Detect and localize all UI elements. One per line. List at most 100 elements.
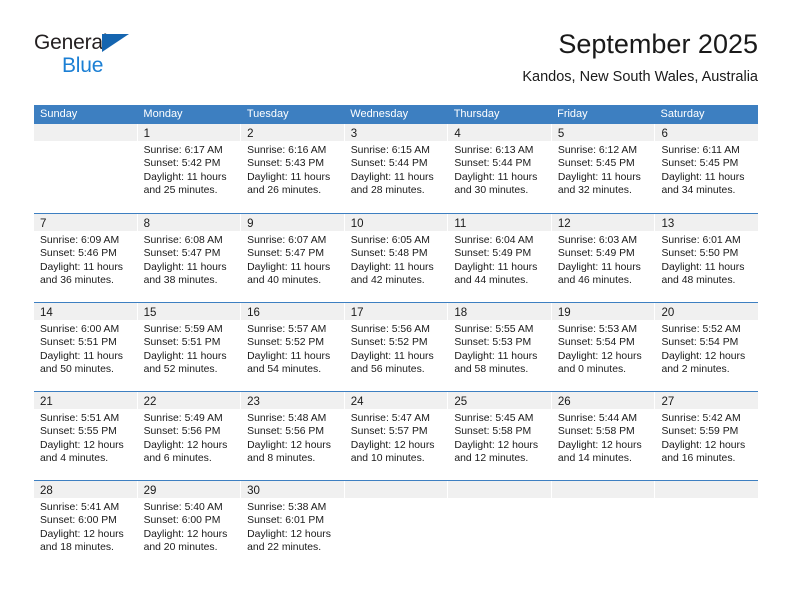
day-number-band: 16 (241, 303, 344, 320)
daylight-text-line1: Daylight: 12 hours (454, 439, 539, 451)
calendar-day-cell[interactable]: 14 Sunrise: 6:00 AM Sunset: 5:51 PM Dayligh… (34, 303, 137, 391)
calendar-day-cell[interactable]: 16 Sunrise: 5:57 AM Sunset: 5:52 PM Dayligh… (240, 303, 344, 391)
calendar-week-row: 28 Sunrise: 5:41 AM Sunset: 6:00 PM Dayligh… (34, 480, 759, 569)
day-details: Sunrise: 5:56 AM Sunset: 5:52 PM Daylight:… (345, 320, 448, 377)
sunrise-text: Sunrise: 5:56 AM (350, 324, 430, 335)
calendar-day-cell[interactable]: 3 Sunrise: 6:15 AM Sunset: 5:44 PM Daylight… (343, 124, 448, 213)
calendar-day-cell[interactable]: 29 Sunrise: 5:40 AM Sunset: 6:00 PM Dayligh… (136, 481, 241, 569)
day-number: 25 (454, 396, 468, 408)
calendar-day-cell[interactable]: 11 Sunrise: 6:04 AM Sunset: 5:49 PM Dayligh… (447, 214, 551, 302)
calendar-day-cell[interactable]: 22 Sunrise: 5:49 AM Sunset: 5:56 PM Dayligh… (136, 392, 241, 480)
calendar-day-cell[interactable]: 24 Sunrise: 5:47 AM Sunset: 5:57 PM Dayligh… (343, 392, 448, 480)
generalblue-logo[interactable]: General Blue (34, 32, 234, 88)
calendar-day-cell[interactable]: 8 Sunrise: 6:08 AM Sunset: 5:47 PM Daylight… (136, 214, 241, 302)
day-number-band: 17 (344, 303, 448, 320)
daylight-text-line2: and 46 minutes. (557, 275, 632, 287)
calendar-day-cell[interactable]: 17 Sunrise: 5:56 AM Sunset: 5:52 PM Dayligh… (343, 303, 448, 391)
sunrise-text: Sunrise: 6:00 AM (40, 324, 120, 335)
calendar-day-cell[interactable]: 4 Sunrise: 6:13 AM Sunset: 5:44 PM Daylight… (447, 124, 551, 213)
sunrise-text: Sunrise: 5:59 AM (143, 324, 223, 335)
day-number: 8 (143, 218, 150, 230)
calendar-day-cell[interactable]: 19 Sunrise: 5:53 AM Sunset: 5:54 PM Dayligh… (550, 303, 655, 391)
day-number-band (551, 481, 655, 498)
calendar-day-cell[interactable]: 27 Sunrise: 5:42 AM Sunset: 5:59 PM Dayligh… (654, 392, 759, 480)
weekday-header-sunday: Sunday (40, 108, 78, 120)
sunrise-text: Sunrise: 5:49 AM (143, 413, 223, 424)
daylight-text-line1: Daylight: 11 hours (40, 261, 123, 273)
sunrise-text: Sunrise: 6:15 AM (350, 145, 430, 156)
sunrise-text: Sunrise: 5:41 AM (40, 502, 120, 513)
calendar-day-cell[interactable]: 1 Sunrise: 6:17 AM Sunset: 5:42 PM Daylight… (136, 124, 241, 213)
calendar-day-cell[interactable]: 9 Sunrise: 6:07 AM Sunset: 5:47 PM Daylight… (240, 214, 344, 302)
day-number-band: 7 (34, 214, 137, 231)
calendar-day-cell[interactable]: 25 Sunrise: 5:45 AM Sunset: 5:58 PM Dayligh… (447, 392, 551, 480)
sunset-text: Sunset: 5:49 PM (557, 248, 635, 260)
day-number-band: 26 (551, 392, 655, 409)
weekday-header-thursday: Thursday (453, 108, 500, 120)
calendar-week-row: 14 Sunrise: 6:00 AM Sunset: 5:51 PM Dayligh… (34, 302, 759, 391)
day-number-band: 8 (137, 214, 241, 231)
day-number-band (655, 481, 759, 498)
day-number-band: 5 (551, 124, 655, 141)
daylight-text-line1: Daylight: 11 hours (454, 171, 538, 183)
calendar-day-cell[interactable]: 6 Sunrise: 6:11 AM Sunset: 5:45 PM Daylight… (654, 124, 759, 213)
daylight-text-line2: and 25 minutes. (143, 185, 218, 197)
calendar-day-cell[interactable]: 5 Sunrise: 6:12 AM Sunset: 5:45 PM Daylight… (550, 124, 655, 213)
daylight-text-line1: Daylight: 11 hours (454, 261, 538, 273)
calendar-day-cell[interactable]: 28 Sunrise: 5:41 AM Sunset: 6:00 PM Dayligh… (34, 481, 137, 569)
day-number: 27 (661, 396, 675, 408)
day-number: 21 (40, 396, 53, 408)
calendar-day-cell[interactable]: 21 Sunrise: 5:51 AM Sunset: 5:55 PM Dayligh… (34, 392, 137, 480)
calendar-week-row: 21 Sunrise: 5:51 AM Sunset: 5:55 PM Dayligh… (34, 391, 759, 480)
daylight-text-line1: Daylight: 11 hours (40, 350, 123, 362)
sunrise-text: Sunrise: 5:44 AM (557, 413, 638, 424)
calendar-day-cell[interactable]: 15 Sunrise: 5:59 AM Sunset: 5:51 PM Dayligh… (136, 303, 241, 391)
day-number: 22 (143, 396, 157, 408)
daylight-text-line2: and 42 minutes. (350, 275, 425, 287)
sunrise-text: Sunrise: 5:40 AM (143, 502, 223, 513)
day-details: Sunrise: 6:15 AM Sunset: 5:44 PM Daylight:… (345, 141, 448, 198)
day-number-band: 18 (448, 303, 551, 320)
calendar-day-cell[interactable]: 30 Sunrise: 5:38 AM Sunset: 6:01 PM Dayligh… (240, 481, 344, 569)
sunrise-text: Sunrise: 6:17 AM (143, 145, 223, 156)
calendar-day-cell[interactable]: 20 Sunrise: 5:52 AM Sunset: 5:54 PM Dayligh… (654, 303, 759, 391)
page-subtitle: Kandos, New South Wales, Australia (522, 69, 758, 85)
sunset-text: Sunset: 5:45 PM (557, 158, 635, 170)
sunset-text: Sunset: 6:00 PM (143, 515, 221, 527)
daylight-text-line1: Daylight: 11 hours (557, 261, 641, 273)
daylight-text-line1: Daylight: 11 hours (350, 171, 434, 183)
daylight-text-line2: and 32 minutes. (557, 185, 632, 197)
daylight-text-line2: and 16 minutes. (661, 453, 736, 465)
daylight-text-line1: Daylight: 12 hours (350, 439, 435, 451)
day-details: Sunrise: 6:09 AM Sunset: 5:46 PM Daylight:… (34, 231, 137, 288)
day-number-band (34, 124, 137, 141)
day-number-band: 24 (344, 392, 448, 409)
logo-text-blue: Blue (62, 54, 104, 77)
daylight-text-line2: and 44 minutes. (454, 275, 529, 287)
calendar-day-cell[interactable]: 12 Sunrise: 6:03 AM Sunset: 5:49 PM Dayligh… (550, 214, 655, 302)
calendar-day-cell[interactable]: 10 Sunrise: 6:05 AM Sunset: 5:48 PM Dayligh… (343, 214, 448, 302)
calendar-day-cell[interactable]: 2 Sunrise: 6:16 AM Sunset: 5:43 PM Daylight… (240, 124, 344, 213)
calendar-day-cell[interactable]: 23 Sunrise: 5:48 AM Sunset: 5:56 PM Dayligh… (240, 392, 344, 480)
sunrise-text: Sunrise: 5:48 AM (247, 413, 327, 424)
daylight-text-line1: Daylight: 12 hours (143, 528, 228, 540)
weekday-header-tuesday: Tuesday (246, 108, 289, 120)
day-details: Sunrise: 5:38 AM Sunset: 6:01 PM Daylight:… (241, 498, 344, 555)
calendar-day-cell[interactable]: 26 Sunrise: 5:44 AM Sunset: 5:58 PM Dayligh… (550, 392, 655, 480)
daylight-text-line1: Daylight: 12 hours (247, 439, 331, 451)
calendar-day-cell[interactable]: 13 Sunrise: 6:01 AM Sunset: 5:50 PM Dayligh… (654, 214, 759, 302)
daylight-text-line2: and 34 minutes. (661, 185, 736, 197)
daylight-text-line2: and 56 minutes. (350, 364, 425, 376)
day-number: 17 (350, 307, 364, 319)
daylight-text-line2: and 28 minutes. (350, 185, 425, 197)
calendar-day-cell[interactable]: 18 Sunrise: 5:55 AM Sunset: 5:53 PM Dayligh… (447, 303, 551, 391)
sunrise-text: Sunrise: 6:01 AM (661, 235, 741, 246)
day-details: Sunrise: 5:44 AM Sunset: 5:58 PM Daylight:… (552, 409, 655, 466)
daylight-text-line2: and 8 minutes. (247, 453, 316, 465)
daylight-text-line2: and 58 minutes. (454, 364, 529, 376)
day-number: 24 (350, 396, 364, 408)
daylight-text-line2: and 36 minutes. (40, 275, 114, 287)
calendar-day-cell[interactable]: 7 Sunrise: 6:09 AM Sunset: 5:46 PM Daylight… (34, 214, 137, 302)
day-number-band: 13 (655, 214, 759, 231)
day-number: 18 (454, 307, 468, 319)
